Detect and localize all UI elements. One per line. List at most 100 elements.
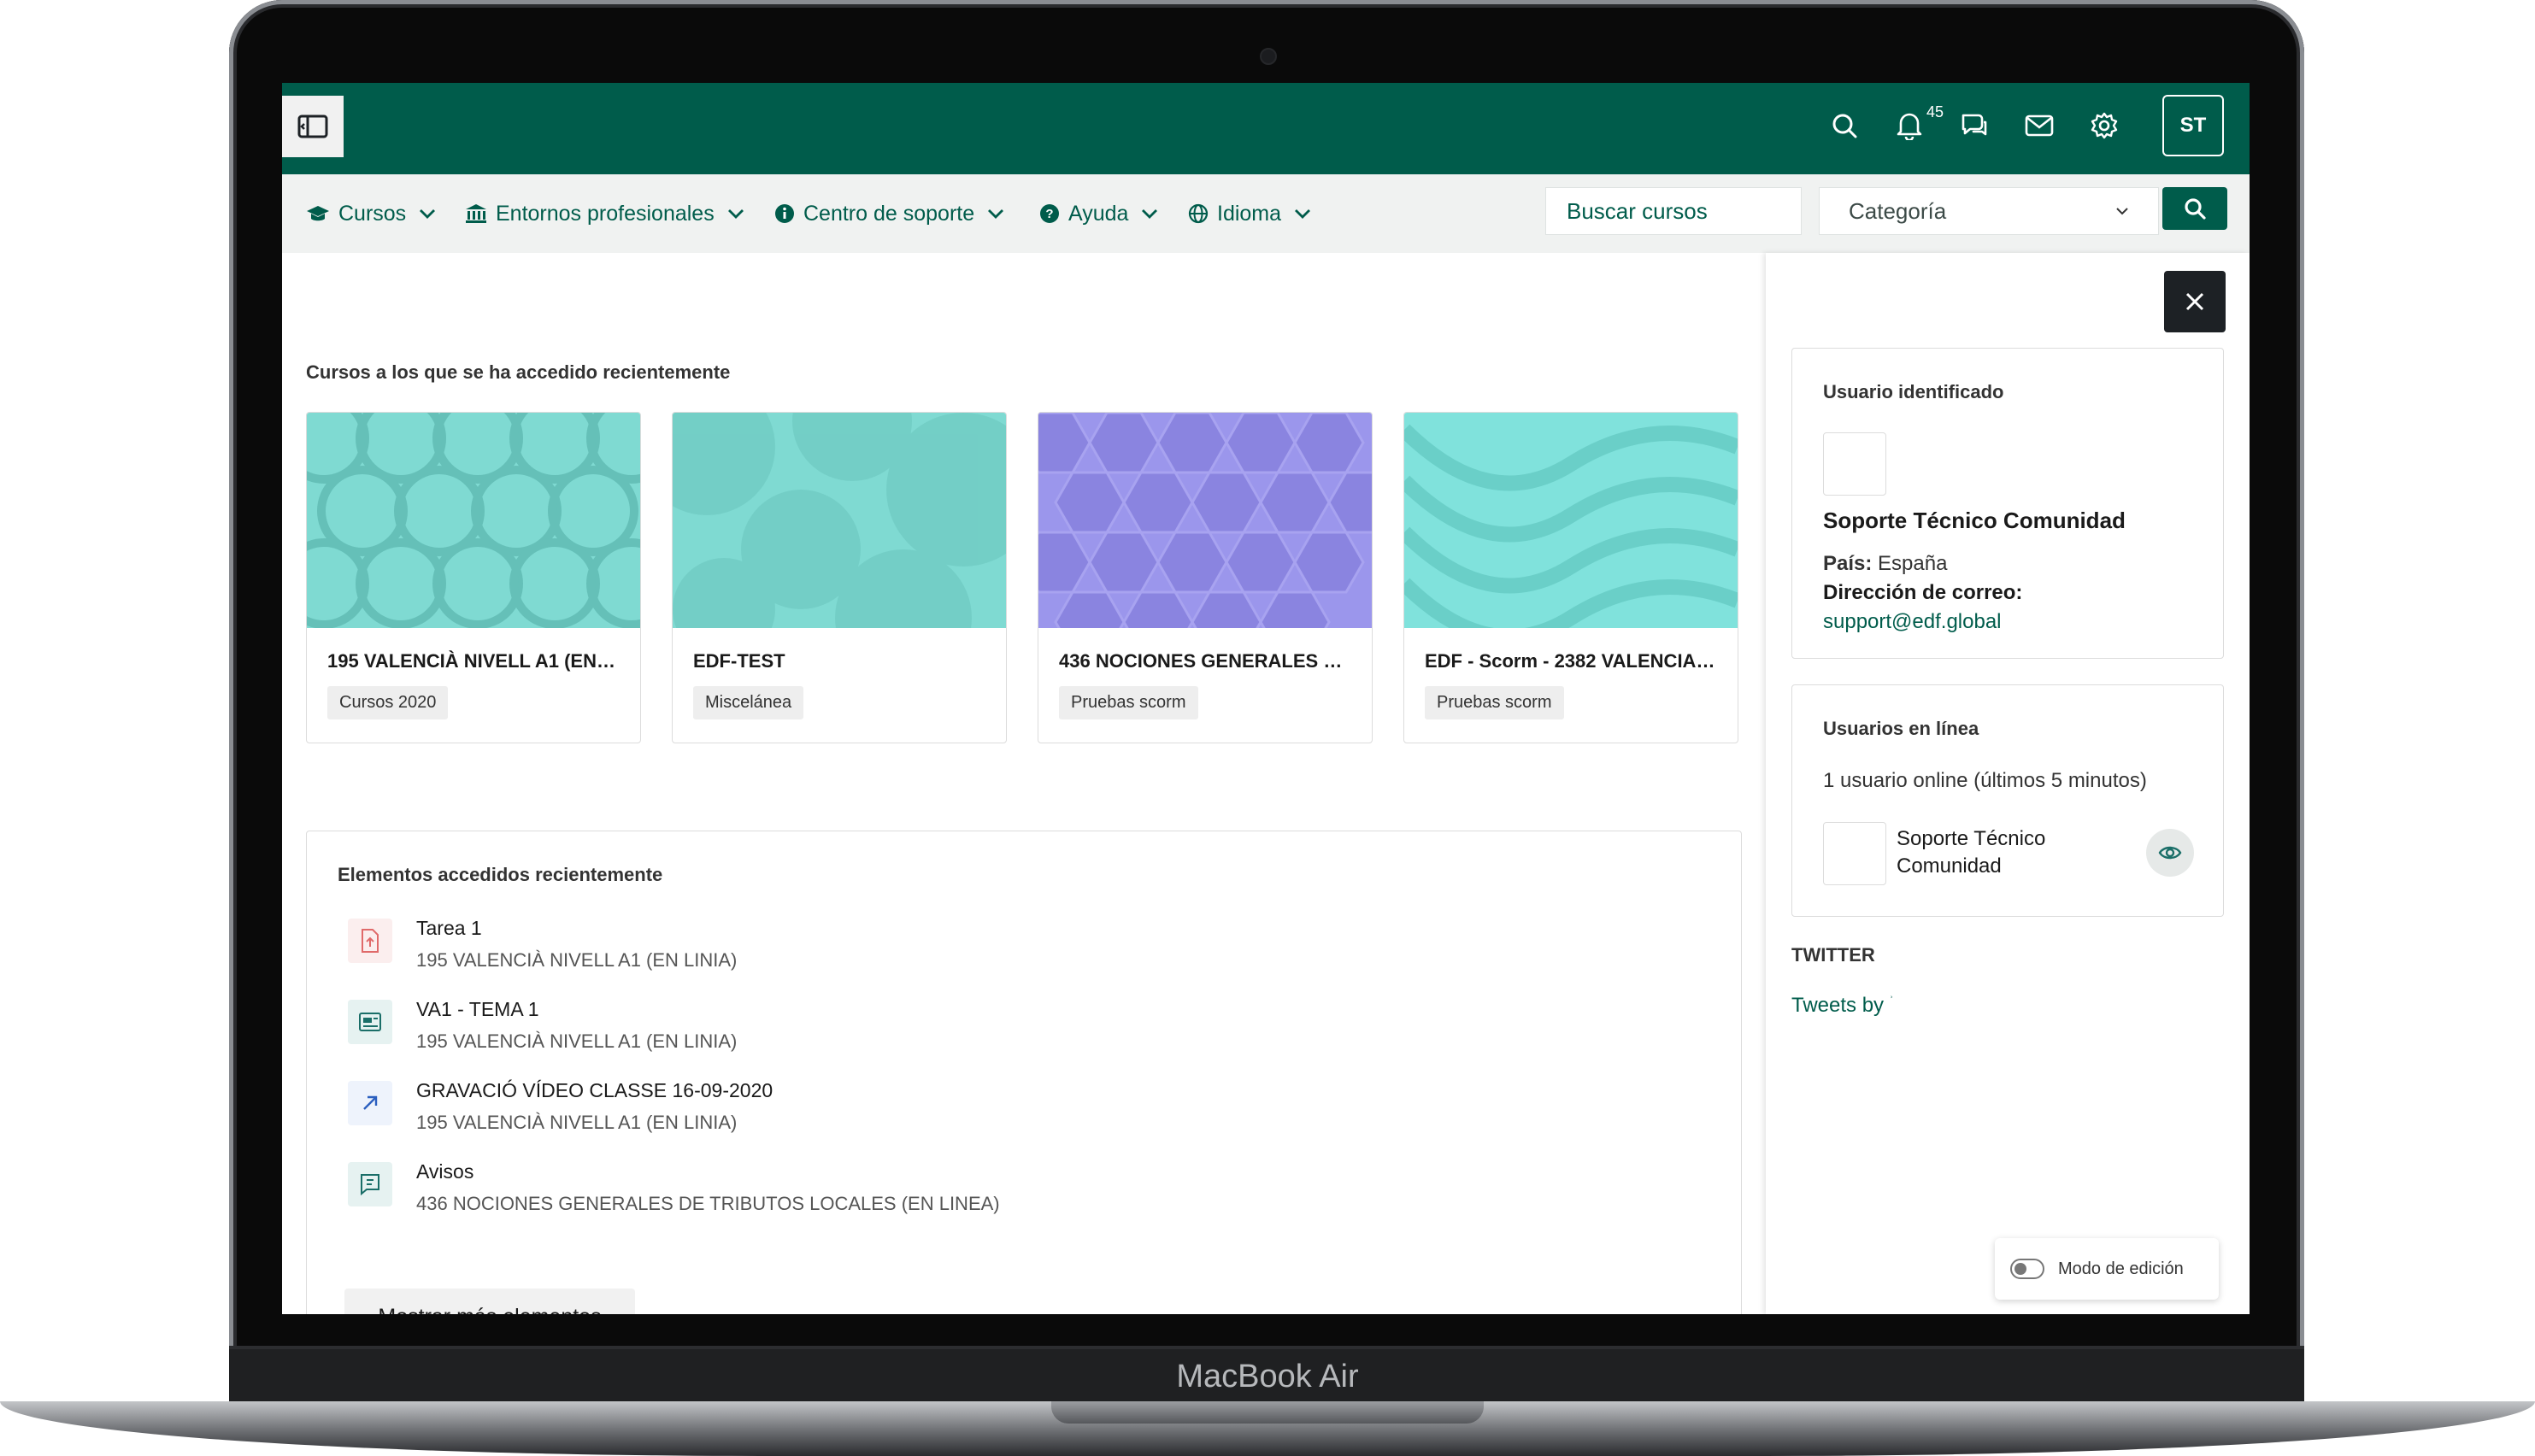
recent-item-course: 195 VALENCIÀ NIVELL A1 (EN LINIA) bbox=[416, 949, 738, 971]
sidebar-toggle-icon bbox=[297, 114, 328, 138]
logged-user-title: Usuario identificado bbox=[1823, 381, 2004, 402]
globe-icon bbox=[1188, 203, 1209, 224]
bell-icon bbox=[1897, 113, 1922, 140]
category-select-value: Categoría bbox=[1849, 197, 1947, 224]
url-arrow-icon bbox=[348, 1081, 392, 1125]
top-bar: 45 ST bbox=[282, 83, 2250, 174]
course-card-category: Pruebas scorm bbox=[1425, 686, 1564, 719]
country-row: País: España bbox=[1823, 552, 1947, 576]
country-label: País: bbox=[1823, 552, 1873, 575]
chevron-down-icon bbox=[2116, 208, 2128, 215]
course-card-title[interactable]: EDF-TEST bbox=[693, 650, 984, 672]
tweets-by-label: Tweets by bbox=[1791, 994, 1885, 1017]
mail-button[interactable] bbox=[2024, 110, 2055, 141]
chevron-down-icon bbox=[420, 209, 436, 219]
recent-item-course: 195 VALENCIÀ NIVELL A1 (EN LINIA) bbox=[416, 1030, 738, 1052]
laptop-hinge-notch bbox=[1051, 1401, 1484, 1424]
course-image bbox=[673, 413, 1006, 686]
course-image bbox=[1038, 413, 1372, 654]
email-label: Dirección de correo: bbox=[1823, 581, 2023, 604]
chevron-down-icon bbox=[1142, 209, 1158, 219]
course-card[interactable]: 195 VALENCIÀ NIVELL A1 (EN LINIA) Cursos… bbox=[306, 412, 641, 743]
forum-icon bbox=[348, 1162, 392, 1206]
nav-item-entornos[interactable]: Entornos profesionales bbox=[465, 174, 745, 253]
course-image bbox=[307, 413, 640, 629]
course-card[interactable]: EDF - Scorm - 2382 VALENCIANO Pruebas sc… bbox=[1403, 412, 1738, 743]
twitter-title: TWITTER bbox=[1791, 944, 1875, 966]
eye-icon bbox=[2158, 846, 2182, 860]
course-card[interactable]: 436 NOCIONES GENERALES DE TRIBUTOS LOCAL… bbox=[1038, 412, 1373, 743]
settings-button[interactable] bbox=[2089, 110, 2120, 141]
envelope-icon bbox=[2025, 114, 2054, 137]
course-card-title[interactable]: 195 VALENCIÀ NIVELL A1 (EN LINIA) bbox=[327, 650, 618, 672]
question-icon: ? bbox=[1040, 204, 1059, 223]
search-icon bbox=[1832, 114, 1857, 138]
close-drawer-button[interactable] bbox=[2164, 271, 2226, 332]
logged-user-block: Usuario identificado Soporte Técnico Com… bbox=[1791, 348, 2224, 659]
recent-item-course: 195 VALENCIÀ NIVELL A1 (EN LINIA) bbox=[416, 1112, 738, 1133]
nav-item-label: Ayuda bbox=[1068, 201, 1129, 226]
user-picture bbox=[1823, 432, 1886, 496]
graduation-cap-icon bbox=[307, 206, 329, 221]
search-icon bbox=[2185, 198, 2206, 220]
page-icon bbox=[348, 1000, 392, 1044]
search-button[interactable] bbox=[1829, 110, 1860, 141]
notification-count-badge: 45 bbox=[1926, 103, 1944, 120]
notifications-button[interactable]: 45 bbox=[1894, 103, 1944, 141]
svg-text:?: ? bbox=[1045, 207, 1053, 221]
online-users-block: Usuarios en línea 1 usuario online (últi… bbox=[1791, 684, 2224, 917]
recent-item-name[interactable]: Avisos bbox=[416, 1160, 473, 1183]
message-user-button[interactable] bbox=[2146, 829, 2194, 877]
online-users-summary: 1 usuario online (últimos 5 minutos) bbox=[1823, 769, 2147, 792]
course-card-category: Cursos 2020 bbox=[327, 686, 449, 719]
category-select[interactable]: Categoría bbox=[1819, 187, 2159, 235]
gear-icon bbox=[2091, 112, 2118, 139]
recent-items-title: Elementos accedidos recientemente bbox=[338, 864, 663, 885]
show-more-items-button[interactable]: Mostrar más elementos bbox=[344, 1289, 635, 1314]
recent-items-block: Elementos accedidos recientemente Tarea … bbox=[306, 831, 1742, 1314]
drawer-toggle-button[interactable] bbox=[282, 96, 344, 157]
recent-courses-title: Cursos a los que se ha accedido reciente… bbox=[306, 361, 731, 383]
nav-item-label: Entornos profesionales bbox=[496, 201, 715, 226]
online-user-picture bbox=[1823, 822, 1886, 885]
logged-user-name: Soporte Técnico Comunidad bbox=[1823, 508, 2126, 533]
email-link[interactable]: support@edf.global bbox=[1823, 610, 2002, 634]
online-users-title: Usuarios en línea bbox=[1823, 718, 1979, 739]
edit-mode-label: Modo de edición bbox=[2058, 1259, 2184, 1278]
nav-item-label: Centro de soporte bbox=[803, 201, 975, 226]
nav-item-ayuda[interactable]: ? Ayuda bbox=[1039, 174, 1159, 253]
bank-icon bbox=[466, 204, 486, 223]
app-screen: 45 ST Cursos Entornos profesionales Cent… bbox=[282, 83, 2250, 1314]
nav-item-cursos[interactable]: Cursos bbox=[306, 174, 437, 253]
nav-item-soporte[interactable]: Centro de soporte bbox=[774, 174, 1005, 253]
course-card-title[interactable]: EDF - Scorm - 2382 VALENCIANO bbox=[1425, 650, 1715, 672]
chevron-down-icon bbox=[727, 209, 744, 219]
messages-button[interactable] bbox=[1959, 110, 1990, 141]
recent-item-name[interactable]: Tarea 1 bbox=[416, 917, 482, 940]
course-search-submit-button[interactable] bbox=[2162, 187, 2227, 230]
recent-item-name[interactable]: GRAVACIÓ VÍDEO CLASSE 16-09-2020 bbox=[416, 1079, 773, 1102]
recent-item-course: 436 NOCIONES GENERALES DE TRIBUTOS LOCAL… bbox=[416, 1193, 1000, 1214]
online-user-name[interactable]: Soporte Técnico Comunidad bbox=[1897, 825, 2102, 880]
nav-item-label: Cursos bbox=[338, 201, 407, 226]
user-avatar-button[interactable]: ST bbox=[2162, 95, 2224, 156]
toggle-switch-icon[interactable] bbox=[2010, 1259, 2044, 1279]
close-icon bbox=[2185, 292, 2204, 311]
edit-mode-toggle[interactable]: Modo de edición bbox=[1995, 1238, 2219, 1300]
course-card[interactable]: EDF-TEST Miscelánea bbox=[672, 412, 1007, 743]
recent-item-name[interactable]: VA1 - TEMA 1 bbox=[416, 998, 539, 1021]
chat-bubbles-icon bbox=[1962, 114, 1987, 136]
course-image bbox=[1404, 413, 1738, 645]
device-brand-label: MacBook Air bbox=[1176, 1359, 1359, 1394]
nav-item-idioma[interactable]: Idioma bbox=[1188, 174, 1312, 253]
camera bbox=[1260, 48, 1277, 65]
tweets-by-link[interactable]: Tweets by ʾ bbox=[1791, 994, 1893, 1018]
course-search-input[interactable]: Buscar cursos bbox=[1545, 187, 1802, 235]
nav-item-label: Idioma bbox=[1217, 201, 1282, 226]
course-card-category: Miscelánea bbox=[693, 686, 804, 719]
assignment-icon bbox=[348, 919, 392, 963]
external-link-mark: ʾ bbox=[1889, 994, 1894, 1007]
course-card-category: Pruebas scorm bbox=[1059, 686, 1198, 719]
course-card-title[interactable]: 436 NOCIONES GENERALES DE TRIBUTOS LOCAL… bbox=[1059, 650, 1350, 672]
chevron-down-icon bbox=[1295, 209, 1311, 219]
